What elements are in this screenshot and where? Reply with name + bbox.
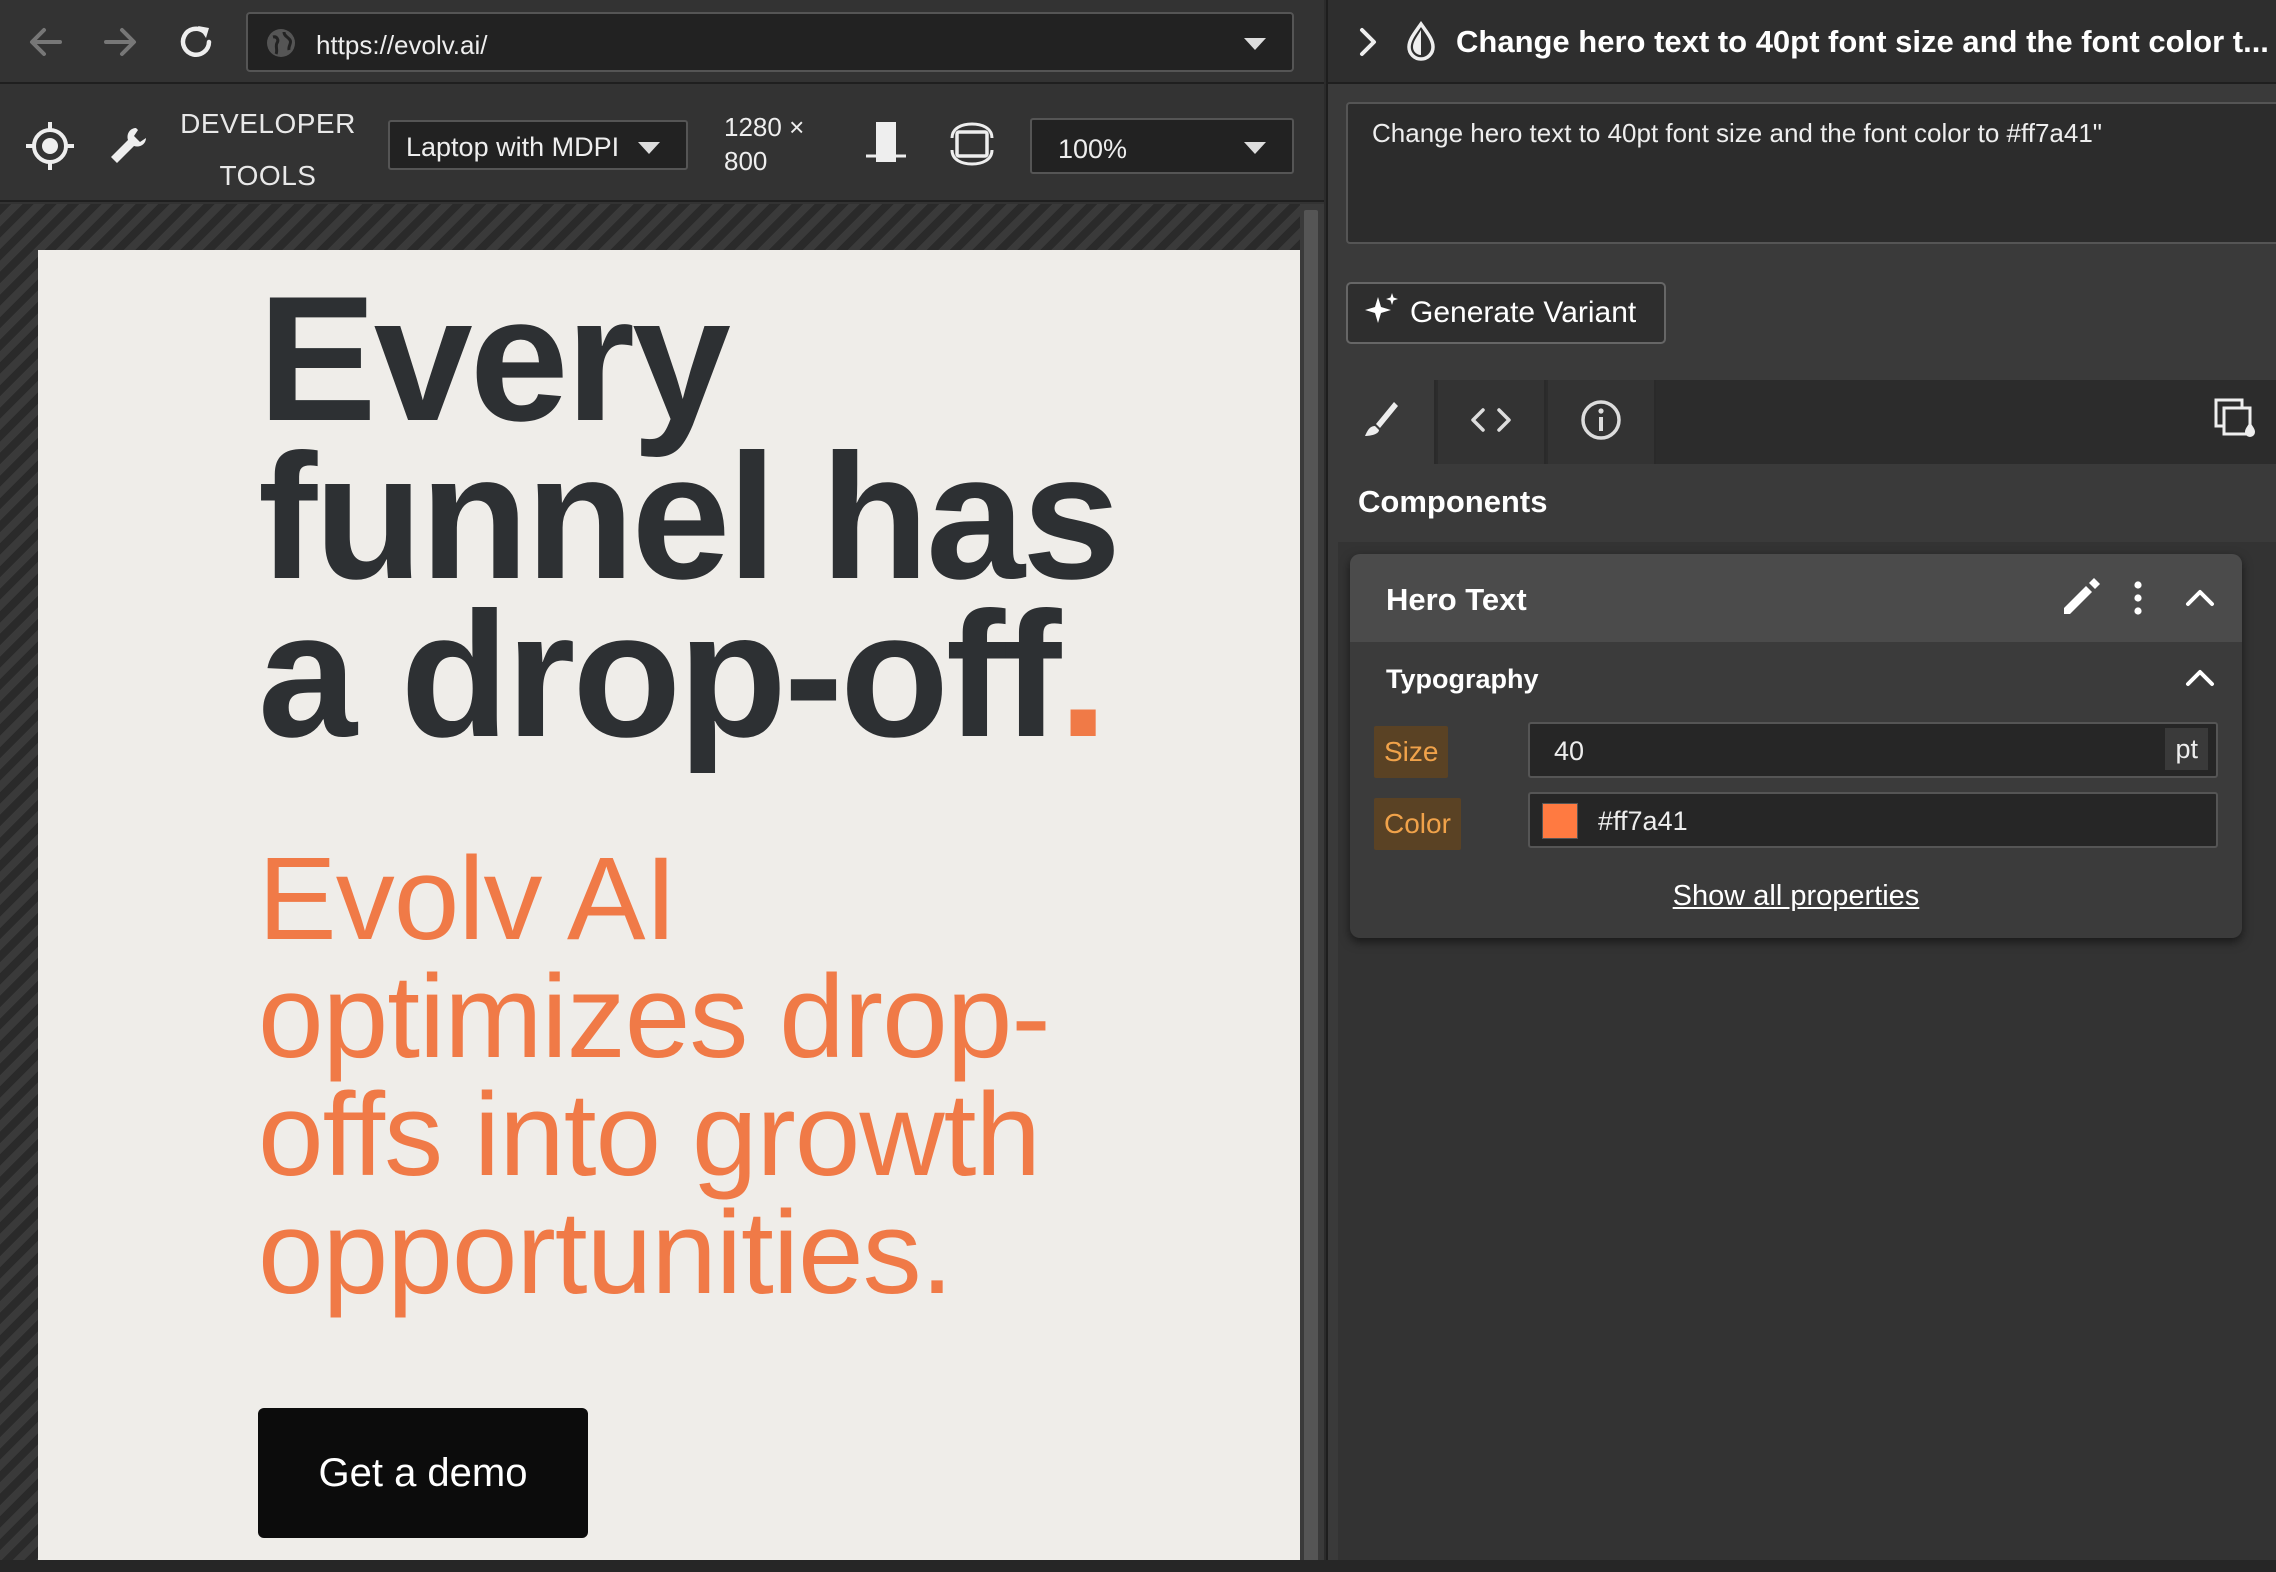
components-heading: Components (1358, 484, 1548, 519)
viewport-dimensions: 1280 × 800 (724, 110, 804, 178)
bottom-edge (0, 1560, 2276, 1572)
brush-icon (1359, 398, 1403, 447)
url-toolbar: https://evolv.ai/ (0, 0, 1324, 84)
browser-pane: https://evolv.ai/ DEVELOPER TOOLS Laptop… (0, 0, 1324, 1572)
info-icon (1579, 398, 1623, 447)
drop-icon (1402, 20, 1440, 69)
copy-style-icon[interactable] (2212, 396, 2260, 449)
zoom-select-value: 100% (1058, 134, 1128, 164)
panel-tabs (1328, 380, 2276, 464)
typography-section-heading[interactable]: Typography (1386, 664, 1539, 695)
headline-dot: . (1058, 575, 1107, 774)
code-icon (1469, 402, 1513, 443)
portrait-icon[interactable] (858, 116, 914, 172)
hero-subheadline[interactable]: Evolv AI optimizes drop- offs into growt… (258, 840, 1158, 1312)
kebab-icon[interactable] (2124, 574, 2152, 622)
tab-style[interactable] (1328, 380, 1436, 464)
sparkle-icon (1364, 291, 1400, 335)
color-value[interactable]: #ff7a41 (1598, 806, 1688, 837)
device-select-value: Laptop with MDPI (406, 132, 620, 162)
chevron-down-icon[interactable] (1244, 38, 1266, 50)
get-demo-button[interactable]: Get a demo (258, 1408, 588, 1538)
hero-headline[interactable]: Every funnel has a drop-off. (258, 270, 1218, 764)
prompt-textarea[interactable]: Change hero text to 40pt font size and t… (1346, 102, 2276, 244)
size-label: Size (1374, 726, 1449, 778)
reload-icon[interactable] (170, 16, 222, 68)
color-label: Color (1374, 798, 1461, 850)
component-card-header[interactable]: Hero Text (1350, 554, 2242, 642)
rotate-icon[interactable] (944, 116, 1000, 172)
viewport-stage: Every funnel has a drop-off. Evolv AI op… (0, 204, 1324, 1572)
viewport-height: 800 (724, 146, 768, 176)
device-select[interactable]: Laptop with MDPI (388, 120, 688, 170)
devtools-title: DEVELOPER TOOLS (180, 108, 356, 191)
generate-variant-button[interactable]: Generate Variant (1346, 282, 1666, 344)
crosshair-icon[interactable] (22, 118, 78, 174)
pencil-icon[interactable] (2056, 574, 2104, 622)
panel-title: Change hero text to 40pt font size and t… (1456, 24, 2269, 59)
forward-arrow-icon[interactable] (94, 16, 146, 68)
size-input[interactable]: 40 pt (1528, 722, 2218, 778)
zoom-select[interactable]: 100% (1030, 118, 1294, 174)
url-text[interactable]: https://evolv.ai/ (316, 30, 488, 61)
size-unit[interactable]: pt (2165, 728, 2208, 770)
panel-header: Change hero text to 40pt font size and t… (1328, 0, 2276, 84)
chevron-up-icon[interactable] (2178, 656, 2222, 700)
tab-info[interactable] (1548, 380, 1656, 464)
viewport-scrollbar-thumb[interactable] (1304, 210, 1318, 1562)
website-preview: Every funnel has a drop-off. Evolv AI op… (38, 250, 1300, 1560)
device-toolbar: DEVELOPER TOOLS Laptop with MDPI 1280 × … (0, 84, 1324, 202)
viewport-width: 1280 × (724, 112, 805, 142)
component-name: Hero Text (1386, 582, 1527, 617)
component-card-hero-text: Hero Text Typography Size 40 pt Color #f… (1350, 554, 2242, 938)
show-all-properties-link[interactable]: Show all properties (1350, 880, 2242, 913)
address-bar[interactable]: https://evolv.ai/ (246, 12, 1294, 72)
wrench-icon[interactable] (100, 118, 156, 174)
editor-panel: Change hero text to 40pt font size and t… (1326, 0, 2276, 1572)
back-arrow-icon[interactable] (20, 16, 72, 68)
chevron-right-icon[interactable] (1350, 22, 1386, 67)
prompt-text[interactable]: Change hero text to 40pt font size and t… (1372, 118, 2102, 149)
chevron-down-icon (638, 142, 660, 154)
color-swatch[interactable] (1542, 803, 1578, 839)
chevron-down-icon (1244, 142, 1266, 154)
chevron-up-icon[interactable] (2178, 576, 2222, 620)
globe-icon (264, 26, 298, 65)
tab-code[interactable] (1438, 380, 1546, 464)
size-value[interactable]: 40 (1554, 736, 1584, 767)
generate-variant-label: Generate Variant (1410, 296, 1637, 329)
color-input[interactable]: #ff7a41 (1528, 792, 2218, 848)
